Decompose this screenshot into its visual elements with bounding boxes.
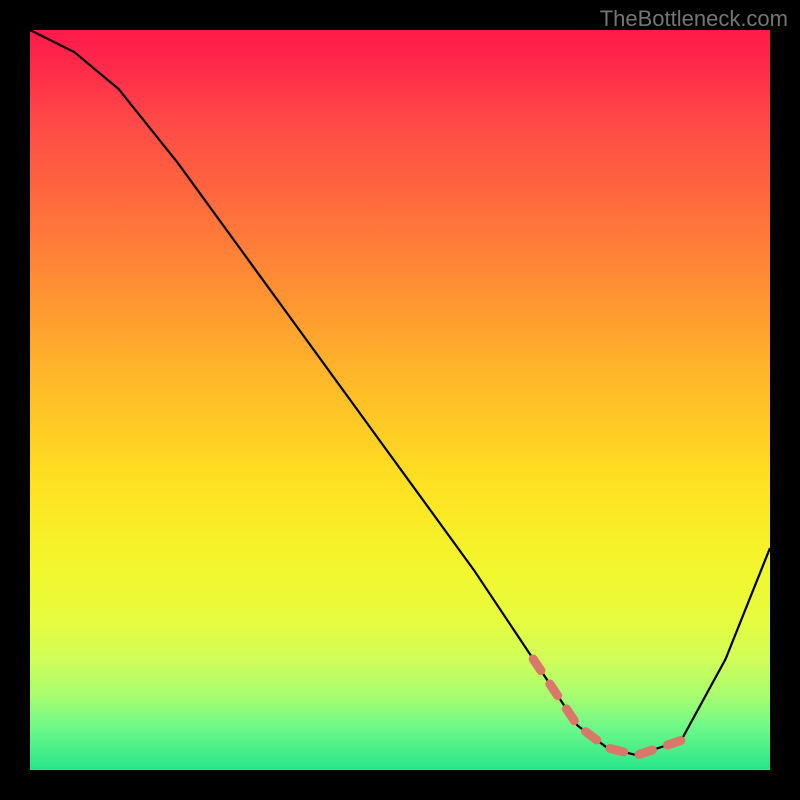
watermark-text: TheBottleneck.com [600, 6, 788, 32]
chart-svg [30, 30, 770, 770]
optimal-zone-marker [533, 659, 681, 755]
chart-plot-area [30, 30, 770, 770]
bottleneck-curve-line [30, 30, 770, 755]
